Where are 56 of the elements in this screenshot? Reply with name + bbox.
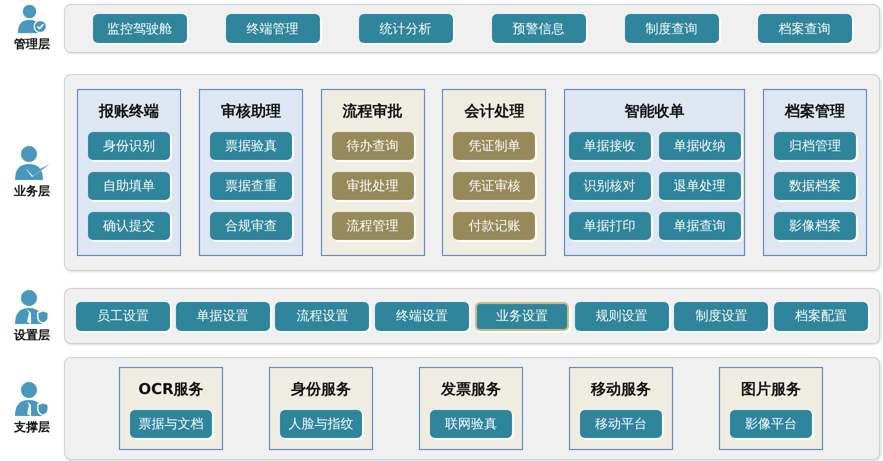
module-title: 身份服务	[291, 380, 351, 399]
module-title: OCR服务	[138, 380, 204, 399]
function-button[interactable]: 合规审查	[210, 212, 292, 240]
menu-button[interactable]: 制度设置	[674, 302, 768, 330]
function-button[interactable]: 身份识别	[88, 132, 170, 160]
function-button[interactable]: 数据档案	[774, 172, 856, 200]
function-button[interactable]: 票据查重	[210, 172, 292, 200]
function-button[interactable]: 识别核对	[568, 172, 651, 200]
module-title: 发票服务	[441, 380, 501, 399]
menu-button[interactable]: 档案查询	[758, 14, 852, 43]
menu-button[interactable]: 规则设置	[574, 302, 669, 330]
module-title: 图片服务	[741, 380, 801, 399]
user-check-icon	[12, 145, 52, 181]
function-button[interactable]: 单据查询	[658, 212, 741, 240]
menu-button[interactable]: 制度查询	[624, 14, 718, 43]
function-button[interactable]: 票据验真	[210, 132, 292, 160]
function-button[interactable]: 单据接收	[568, 132, 651, 160]
module-title: 报账终端	[99, 102, 159, 121]
layer-label: 支撑层	[14, 419, 50, 436]
function-button[interactable]: 影像平台	[730, 410, 812, 438]
function-button[interactable]: 人脸与指纹	[280, 410, 362, 438]
layer-label: 业务层	[14, 183, 50, 200]
menu-button[interactable]: 终端设置	[375, 302, 470, 330]
module-title: 流程审批	[342, 102, 403, 121]
function-button[interactable]: 待办查询	[332, 132, 414, 160]
function-button[interactable]: 付款记账	[453, 212, 536, 240]
function-button[interactable]: 移动平台	[580, 410, 662, 438]
menu-button[interactable]: 业务设置	[474, 302, 569, 330]
function-button[interactable]: 归档管理	[774, 132, 856, 160]
function-button[interactable]: 凭证审核	[453, 172, 536, 200]
layer-label: 管理层	[14, 36, 50, 53]
menu-button[interactable]: 档案配置	[774, 302, 868, 330]
menu-button[interactable]: 单据设置	[176, 302, 270, 330]
function-button[interactable]: 凭证制单	[453, 132, 536, 160]
function-button[interactable]: 单据打印	[568, 212, 651, 240]
module-title: 审核助理	[220, 102, 281, 121]
module-title: 移动服务	[591, 380, 651, 399]
menu-button[interactable]: 流程设置	[275, 302, 370, 330]
menu-button[interactable]: 终端管理	[226, 14, 320, 43]
layer-label: 设置层	[14, 326, 50, 344]
function-button[interactable]: 确认提交	[88, 212, 170, 240]
function-button[interactable]: 审批处理	[332, 172, 414, 200]
function-button[interactable]: 票据与文档	[130, 410, 212, 438]
menu-button[interactable]: 统计分析	[358, 14, 452, 43]
function-button[interactable]: 退单处理	[658, 172, 741, 200]
function-button[interactable]: 自助填单	[88, 172, 170, 200]
function-button[interactable]: 联网验真	[430, 410, 512, 438]
function-button[interactable]: 单据收纳	[658, 132, 741, 160]
module-title: 会计处理	[464, 102, 524, 121]
module-title: 档案管理	[784, 102, 845, 121]
menu-button[interactable]: 监控驾驶舱	[92, 14, 186, 43]
function-button[interactable]: 影像档案	[774, 212, 856, 240]
module-title: 智能收单	[624, 102, 685, 121]
menu-button[interactable]: 预警信息	[492, 14, 586, 43]
function-button[interactable]: 流程管理	[332, 212, 414, 240]
menu-button[interactable]: 员工设置	[76, 302, 170, 330]
